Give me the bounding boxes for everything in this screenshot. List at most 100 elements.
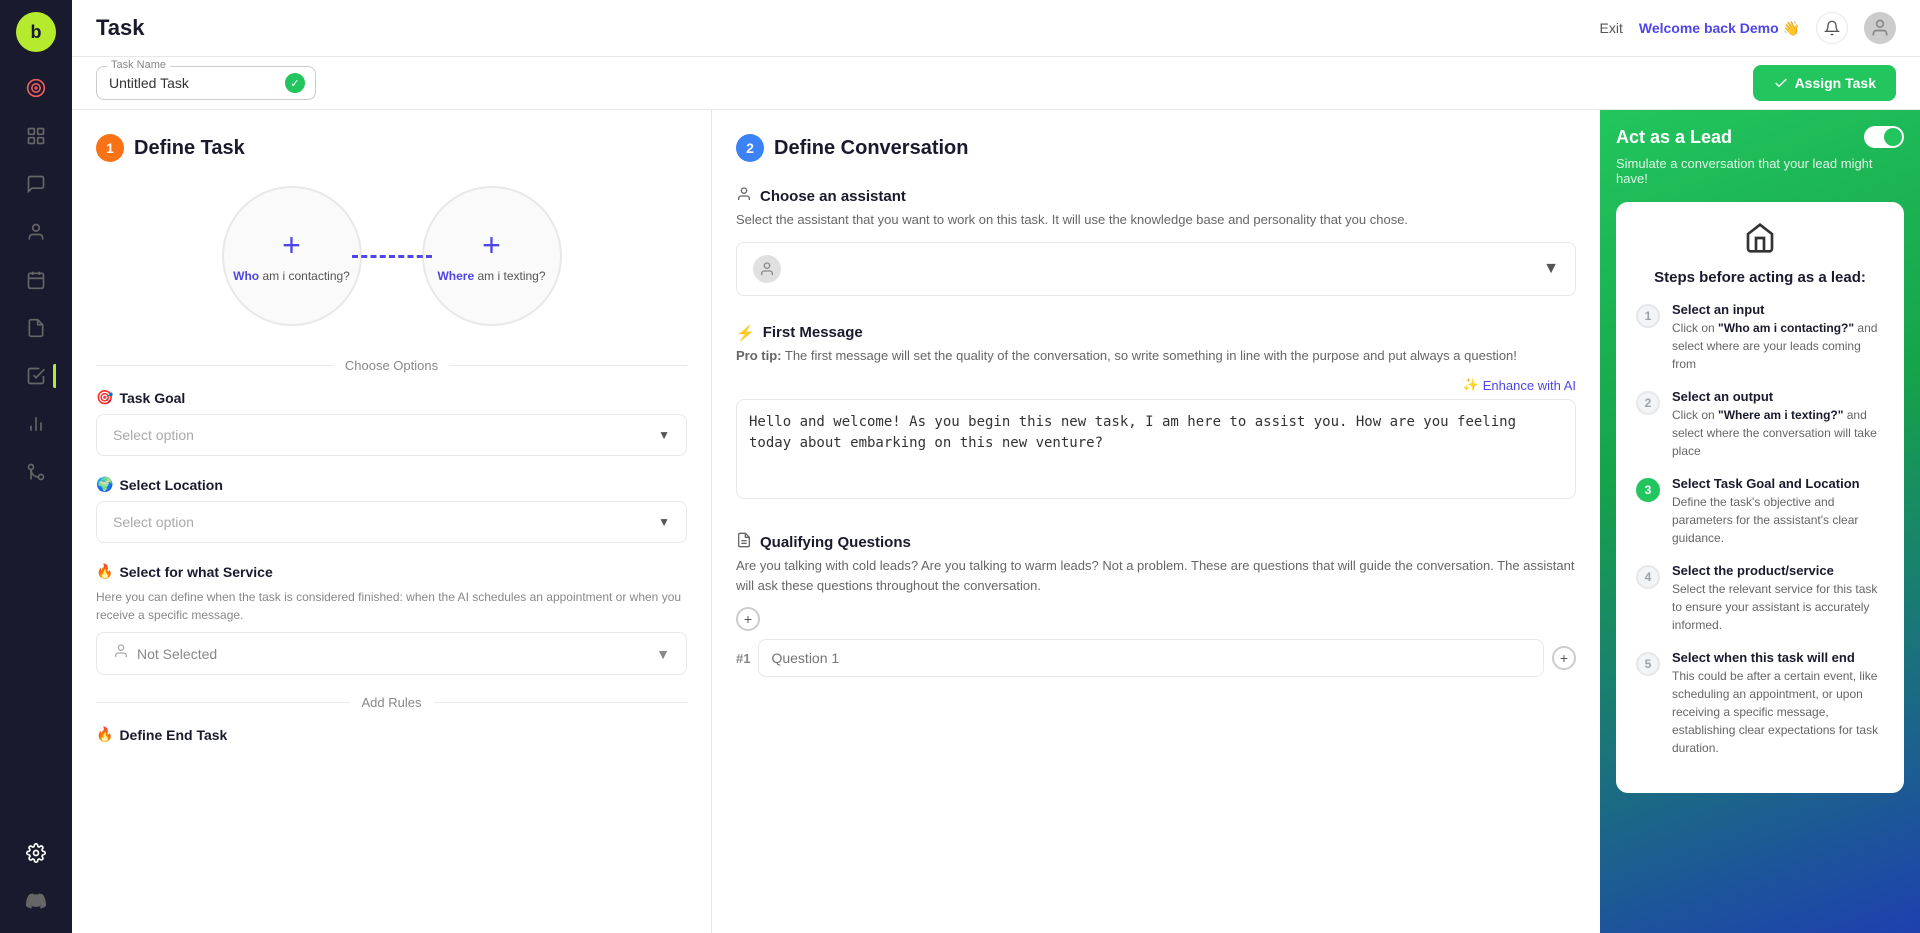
who-am-i-contacting-card[interactable]: + Who am i contacting? — [222, 186, 362, 326]
lead-card-steps-title: Steps before acting as a lead: — [1636, 269, 1884, 286]
contact-arrow — [352, 255, 432, 258]
where-card-label: Where am i texting? — [429, 269, 553, 283]
step3-num: 3 — [1636, 478, 1660, 502]
define-end-task-title: 🔥 Define End Task — [96, 726, 687, 743]
step4-num: 4 — [1636, 565, 1660, 589]
choose-options-divider: Choose Options — [96, 358, 687, 373]
select-service-field[interactable]: Not Selected ▼ — [96, 632, 687, 675]
sidebar-item-settings[interactable] — [16, 833, 56, 873]
task-goal-placeholder: Select option — [113, 427, 194, 443]
sidebar-bottom — [16, 833, 56, 921]
sidebar-item-calendar[interactable] — [16, 260, 56, 300]
qualifying-questions-title: Qualifying Questions — [736, 532, 1576, 552]
assistant-select-field[interactable]: ▼ — [736, 242, 1576, 296]
where-card-plus-icon: + — [482, 229, 501, 261]
step2-desc: Click on "Where am i texting?" and selec… — [1672, 406, 1884, 460]
lead-step-5: 5 Select when this task will end This co… — [1636, 650, 1884, 757]
question-1-num: #1 — [736, 651, 750, 666]
select-service-desc: Here you can define when the task is con… — [96, 588, 687, 624]
choose-assistant-desc: Select the assistant that you want to wo… — [736, 210, 1576, 230]
question-1-row: #1 + — [736, 639, 1576, 677]
topbar-right: Exit Welcome back Demo 👋 — [1600, 12, 1896, 44]
user-avatar[interactable] — [1864, 12, 1896, 44]
sidebar-item-analytics[interactable] — [16, 404, 56, 444]
service-person-icon — [113, 643, 129, 664]
sidebar-item-chat[interactable] — [16, 164, 56, 204]
first-message-block: ⚡ First Message Pro tip: The first messa… — [736, 324, 1576, 505]
sidebar: b — [0, 0, 72, 933]
sidebar-item-discord[interactable] — [16, 881, 56, 921]
sidebar-logo[interactable]: b — [16, 12, 56, 52]
define-conversation-header: 2 Define Conversation — [736, 134, 1576, 162]
task-goal-icon: 🎯 — [96, 389, 113, 406]
question-1-add-button[interactable]: + — [1552, 646, 1576, 670]
lead-steps-list: 1 Select an input Click on "Who am i con… — [1636, 302, 1884, 757]
page-title: Task — [96, 15, 1584, 41]
assistant-icon — [736, 186, 752, 206]
add-rules-divider: Add Rules — [96, 695, 687, 710]
select-location-title: 🌍 Select Location — [96, 476, 687, 493]
where-am-i-texting-card[interactable]: + Where am i texting? — [422, 186, 562, 326]
select-location-field[interactable]: Select option ▼ — [96, 501, 687, 543]
define-task-panel: 1 Define Task + Who am i contacting? + W… — [72, 110, 712, 933]
task-name-value: Untitled Task — [109, 75, 189, 91]
first-message-textarea[interactable]: Hello and welcome! As you begin this new… — [736, 399, 1576, 499]
assign-task-button[interactable]: Assign Task — [1753, 65, 1896, 101]
location-placeholder: Select option — [113, 514, 194, 530]
define-conversation-panel: 2 Define Conversation Choose an assistan… — [712, 110, 1600, 933]
exit-link[interactable]: Exit — [1600, 20, 1623, 36]
step2-num: 2 — [1636, 391, 1660, 415]
lead-title: Act as a Lead — [1616, 127, 1732, 148]
lead-step-3: 3 Select Task Goal and Location Define t… — [1636, 476, 1884, 547]
act-as-lead-toggle[interactable] — [1864, 126, 1904, 148]
step3-desc: Define the task's objective and paramete… — [1672, 493, 1884, 547]
step4-content: Select the product/service Select the re… — [1672, 563, 1884, 634]
select-service-title: 🔥 Select for what Service — [96, 563, 687, 580]
user-name: Demo — [1740, 20, 1779, 36]
define-task-title: Define Task — [134, 137, 245, 160]
choose-assistant-block: Choose an assistant Select the assistant… — [736, 186, 1576, 296]
who-card-label: Who am i contacting? — [225, 269, 358, 283]
select-service-section: 🔥 Select for what Service Here you can d… — [96, 563, 687, 675]
notification-button[interactable] — [1816, 12, 1848, 44]
end-task-icon: 🔥 — [96, 726, 113, 743]
qualifying-questions-block: Qualifying Questions Are you talking wit… — [736, 532, 1576, 677]
lead-subtitle: Simulate a conversation that your lead m… — [1616, 156, 1904, 186]
step1-badge: 1 — [96, 134, 124, 162]
welcome-message: Welcome back Demo 👋 — [1639, 20, 1800, 37]
task-goal-select[interactable]: Select option ▼ — [96, 414, 687, 456]
who-card-plus-icon: + — [282, 229, 301, 261]
lead-step-2: 2 Select an output Click on "Where am i … — [1636, 389, 1884, 460]
enhance-with-ai-button[interactable]: ✨ Enhance with AI — [1463, 377, 1576, 393]
not-selected-left: Not Selected — [113, 643, 217, 664]
sidebar-item-merge[interactable] — [16, 452, 56, 492]
task-name-field[interactable]: Task Name Untitled Task ✓ — [96, 66, 316, 100]
add-question-top-button[interactable]: + — [736, 607, 760, 631]
define-conversation-title: Define Conversation — [774, 137, 968, 160]
step5-title: Select when this task will end — [1672, 650, 1884, 665]
step1-desc: Click on "Who am i contacting?" and sele… — [1672, 319, 1884, 373]
step3-title: Select Task Goal and Location — [1672, 476, 1884, 491]
task-goal-chevron-icon: ▼ — [658, 428, 670, 442]
choose-assistant-title: Choose an assistant — [736, 186, 1576, 206]
sparkle-icon: ✨ — [1463, 377, 1479, 393]
sidebar-item-target[interactable] — [16, 68, 56, 108]
step2-title: Select an output — [1672, 389, 1884, 404]
contact-cards: + Who am i contacting? + Where am i text… — [96, 186, 687, 326]
step2-content: Select an output Click on "Where am i te… — [1672, 389, 1884, 460]
location-chevron-icon: ▼ — [658, 515, 670, 529]
sidebar-item-dashboard[interactable] — [16, 116, 56, 156]
assistant-avatar — [753, 255, 781, 283]
sidebar-item-tasks[interactable] — [16, 356, 56, 396]
question-1-input[interactable] — [758, 639, 1544, 677]
step2-badge: 2 — [736, 134, 764, 162]
step5-desc: This could be after a certain event, lik… — [1672, 667, 1884, 757]
content-area: 1 Define Task + Who am i contacting? + W… — [72, 110, 1920, 933]
first-message-protip: Pro tip: The first message will set the … — [736, 346, 1576, 366]
lead-card: Steps before acting as a lead: 1 Select … — [1616, 202, 1904, 793]
select-location-section: 🌍 Select Location Select option ▼ — [96, 476, 687, 543]
sidebar-item-reports[interactable] — [16, 308, 56, 348]
sidebar-item-contacts[interactable] — [16, 212, 56, 252]
step5-num: 5 — [1636, 652, 1660, 676]
assistant-chevron-icon: ▼ — [1543, 260, 1559, 278]
